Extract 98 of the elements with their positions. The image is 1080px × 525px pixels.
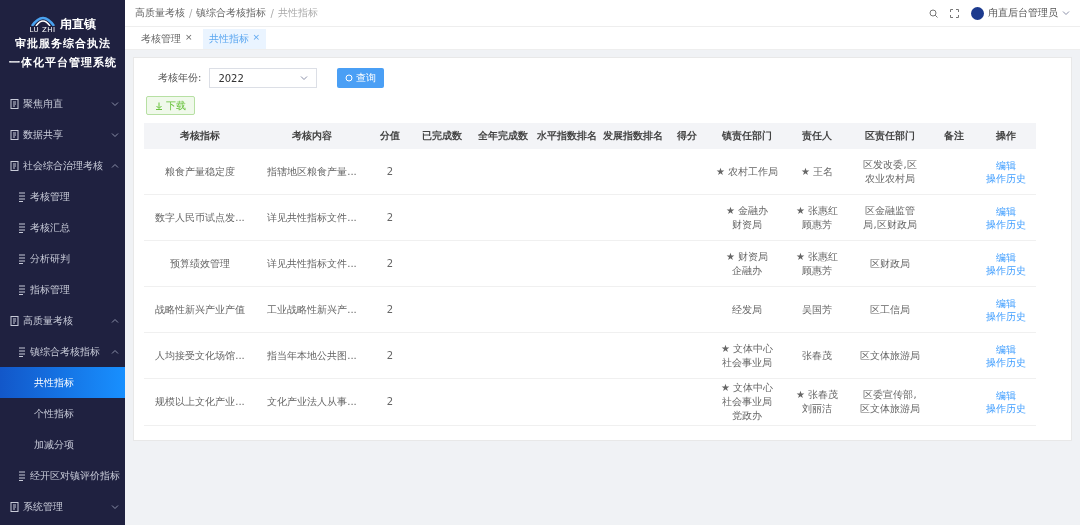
document-icon	[10, 160, 19, 171]
column-header: 考核内容	[256, 123, 368, 149]
table-cell: 指辖地区粮食产量...	[256, 149, 368, 195]
column-header: 已完成数	[412, 123, 472, 149]
document-icon	[10, 315, 19, 326]
table-cell: 2	[368, 287, 412, 333]
table-cell: 区金融监管 局,区财政局	[848, 195, 932, 241]
list-icon	[18, 470, 26, 481]
column-header: 分值	[368, 123, 412, 149]
chevron-icon	[111, 99, 119, 108]
menu-item[interactable]: 个性指标	[0, 398, 125, 429]
menu-item[interactable]: 共性指标	[0, 367, 125, 398]
arch-logo-icon	[29, 14, 56, 26]
chevron-icon	[111, 161, 119, 170]
table-cell: 详见共性指标文件...	[256, 195, 368, 241]
column-header: 镇责任部门	[708, 123, 786, 149]
table-cell: 人均接受文化场馆...	[144, 333, 256, 379]
table-cell: 详见共性指标文件...	[256, 241, 368, 287]
table-cell: 预算绩效管理	[144, 241, 256, 287]
table-cell: 2	[368, 241, 412, 287]
chevron-icon	[111, 316, 119, 325]
page-tab[interactable]: 考核管理 ×	[135, 29, 199, 49]
column-header: 发展指数排名	[600, 123, 666, 149]
chevron-icon	[111, 502, 119, 511]
table-cell: 区文体旅游局	[848, 333, 932, 379]
fullscreen-icon[interactable]	[950, 8, 959, 18]
table-cell: 张春茂	[786, 333, 848, 379]
breadcrumb-separator: /	[270, 7, 274, 19]
column-header: 操作	[976, 123, 1036, 149]
menu-item[interactable]: 考核汇总	[0, 212, 125, 243]
table-cell: ★ 文体中心 社会事业局 党政办	[708, 379, 786, 426]
breadcrumb-item[interactable]: 镇综合考核指标	[196, 6, 267, 20]
table-cell: 粮食产量稳定度	[144, 149, 256, 195]
table-cell: 区财政局	[848, 241, 932, 287]
breadcrumb-separator: /	[189, 7, 193, 19]
list-icon	[18, 222, 26, 233]
table-cell: 区工信局	[848, 287, 932, 333]
system-title: 审批服务综合执法	[14, 36, 111, 52]
table-cell: ★ 张惠红 顾惠芳	[786, 241, 848, 287]
table-cell: 2	[368, 379, 412, 426]
table-cell: 指当年本地公共图...	[256, 333, 368, 379]
table-cell: 2	[368, 195, 412, 241]
table-cell: 工业战略性新兴产...	[256, 287, 368, 333]
column-header: 区责任部门	[848, 123, 932, 149]
column-header: 得分	[666, 123, 708, 149]
table-cell: 区发改委,区 农业农村局	[848, 149, 932, 195]
table-cell: 战略性新兴产业产值	[144, 287, 256, 333]
table-cell: 数字人民币试点发...	[144, 195, 256, 241]
table-cell: ★ 财资局 企融办	[708, 241, 786, 287]
table-cell: 区委宣传部, 区文体旅游局	[848, 379, 932, 426]
town-name: 甪直镇	[59, 15, 96, 33]
list-icon	[18, 284, 26, 295]
table-cell: 规模以上文化产业...	[144, 379, 256, 426]
chevron-icon	[1062, 9, 1070, 17]
search-icon	[345, 74, 354, 82]
chevron-icon	[111, 130, 119, 139]
column-header: 考核指标	[144, 123, 256, 149]
table-cell: 文化产业法人从事...	[256, 379, 368, 426]
table-cell: ★ 农村工作局	[708, 149, 786, 195]
menu-item[interactable]: 考核管理	[0, 181, 125, 212]
menu-item[interactable]: 社会综合治理考核	[0, 150, 125, 181]
list-icon	[18, 253, 26, 264]
table-cell: 吴国芳	[786, 287, 848, 333]
table-cell: 2	[368, 333, 412, 379]
download-icon	[155, 101, 163, 110]
year-select[interactable]: 2022	[209, 68, 318, 88]
column-header: 水平指数排名	[534, 123, 600, 149]
column-header: 备注	[932, 123, 976, 149]
user-menu[interactable]: 甪直后台管理员	[971, 6, 1070, 20]
list-icon	[18, 191, 26, 202]
list-icon	[18, 346, 26, 357]
table-cell: ★ 金融办 财资局	[708, 195, 786, 241]
table-cell: ★ 王名	[786, 149, 848, 195]
menu-item[interactable]: 系统管理	[0, 491, 125, 522]
breadcrumb-item[interactable]: 高质量考核	[135, 6, 185, 20]
document-icon	[10, 129, 19, 140]
table-cell: ★ 文体中心 社会事业局	[708, 333, 786, 379]
menu-item[interactable]: 高质量考核	[0, 305, 125, 336]
year-label: 考核年份:	[158, 71, 202, 85]
document-icon	[10, 98, 19, 109]
search-icon[interactable]	[929, 8, 938, 18]
table-cell: ★ 张春茂 刘丽洁	[786, 379, 848, 426]
chevron-icon	[300, 74, 309, 82]
menu-item[interactable]: 数据共享	[0, 119, 125, 150]
menu-item[interactable]: 经开区对镇评价指标	[0, 460, 125, 491]
table-cell: ★ 张惠红 顾惠芳	[786, 195, 848, 241]
menu-item[interactable]: 分析研判	[0, 243, 125, 274]
column-header: 责任人	[786, 123, 848, 149]
menu-item[interactable]: 聚焦甪直	[0, 88, 125, 119]
system-title: 一体化平台管理系统	[8, 55, 117, 71]
menu-item[interactable]: 指标管理	[0, 274, 125, 305]
table-cell: 2	[368, 149, 412, 195]
document-icon	[10, 501, 19, 512]
chevron-icon	[111, 347, 119, 356]
table-cell: 经发局	[708, 287, 786, 333]
column-header: 全年完成数	[472, 123, 534, 149]
menu-item[interactable]: 镇综合考核指标	[0, 336, 125, 367]
menu-item[interactable]: 加减分项	[0, 429, 125, 460]
